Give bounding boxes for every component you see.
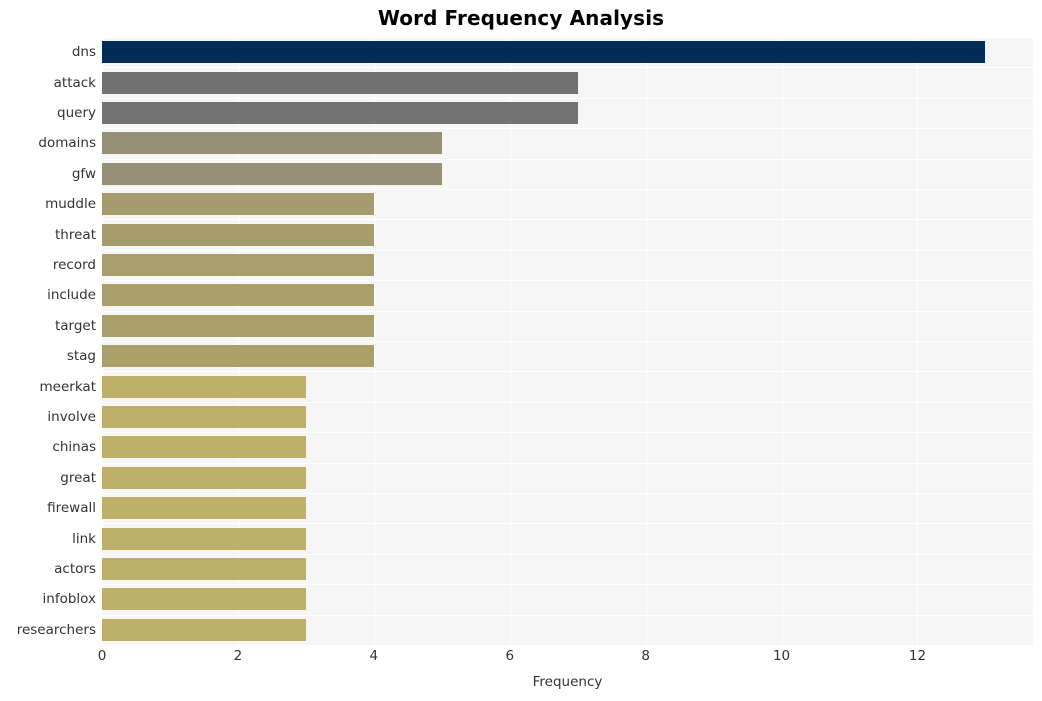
x-tick-label: 4: [369, 648, 379, 664]
x-tick-label: 2: [233, 648, 243, 664]
bar: [102, 497, 306, 520]
x-tick-label: 8: [641, 648, 650, 664]
y-axis-tick-labels: dns attack query domains gfw muddle threat reco…: [0, 37, 96, 645]
y-tick-label: researchers: [16, 621, 96, 638]
x-tick-label: 12: [908, 648, 927, 664]
x-axis-tick-labels: 0 2 4 6 8 10 12: [0, 648, 1042, 670]
y-tick-label: stag: [66, 348, 96, 365]
bar: [102, 558, 306, 580]
x-tick-label: 6: [505, 648, 515, 664]
y-tick-label: attack: [53, 74, 96, 91]
bar: [102, 132, 442, 155]
y-tick-label: include: [47, 287, 96, 304]
bar: [102, 436, 306, 459]
bar: [102, 254, 374, 276]
bar: [102, 406, 306, 428]
y-gridline: [102, 645, 1033, 646]
bar: [102, 193, 374, 216]
bar: [102, 345, 374, 368]
y-tick-label: chinas: [52, 439, 96, 456]
y-tick-label: meerkat: [39, 378, 96, 395]
bar: [102, 527, 306, 550]
bar: [102, 102, 578, 124]
y-tick-label: infoblox: [42, 591, 96, 608]
x-tick-label: 10: [772, 648, 791, 664]
y-tick-label: link: [72, 530, 96, 547]
y-tick-label: domains: [38, 135, 96, 152]
bar: [102, 41, 986, 64]
y-tick-label: muddle: [45, 196, 96, 213]
chart-figure: Word Frequency Analysis dns attack query do…: [0, 0, 1042, 701]
y-tick-label: actors: [54, 561, 96, 577]
bars-layer: [102, 37, 1033, 645]
y-tick-label: query: [57, 105, 96, 121]
y-tick-label: dns: [71, 44, 96, 61]
x-axis-label: Frequency: [532, 674, 603, 690]
bar: [102, 588, 306, 611]
y-tick-label: gfw: [71, 165, 96, 182]
bar: [102, 314, 374, 337]
y-tick-label: great: [60, 469, 96, 486]
y-tick-label: firewall: [47, 500, 96, 517]
bar: [102, 375, 306, 398]
bar: [102, 223, 374, 246]
x-tick-label: 0: [97, 648, 107, 664]
bar: [102, 466, 306, 489]
y-tick-label: record: [52, 257, 96, 273]
bar: [102, 71, 578, 94]
bar: [102, 618, 306, 641]
bar: [102, 162, 442, 185]
y-tick-label: target: [54, 317, 96, 334]
chart-title: Word Frequency Analysis: [377, 6, 665, 30]
y-tick-label: involve: [47, 409, 96, 425]
bar: [102, 284, 374, 307]
plot-area: [102, 37, 1033, 646]
y-tick-label: threat: [55, 226, 96, 243]
